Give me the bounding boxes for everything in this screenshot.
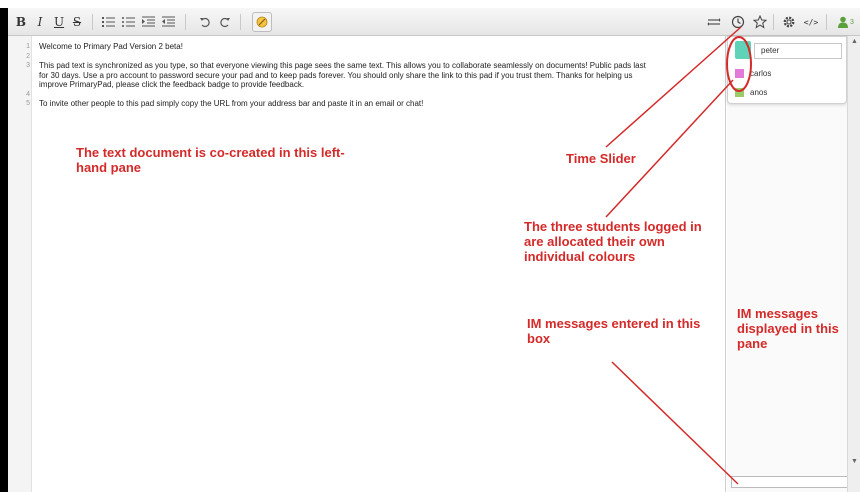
bold-button[interactable]: B [12, 12, 30, 32]
pad-editor[interactable]: 1 Welcome to Primary Pad Version 2 beta! 2… [8, 36, 726, 492]
toolbar-separator [185, 14, 186, 30]
user-name: carlos [750, 69, 772, 78]
my-name-input[interactable]: peter [754, 43, 842, 59]
editor-line[interactable]: Welcome to Primary Pad Version 2 beta! [39, 42, 729, 52]
import-export-icon[interactable] [705, 12, 723, 32]
editor-toolbar: B I U S </> 3 [8, 8, 860, 36]
line-number: 4 [26, 90, 30, 98]
user-color-swatch [735, 69, 744, 78]
line-number: 5 [26, 100, 30, 107]
ordered-list-icon[interactable] [100, 12, 118, 32]
line-number: 3 [26, 62, 30, 69]
time-slider-icon[interactable] [729, 12, 747, 32]
annotation-time-slider: Time Slider [566, 151, 636, 166]
annotation-text-pane: The text document is co-created in this … [76, 145, 345, 175]
annotation-im-displayed: IM messages displayed in this pane [737, 306, 839, 351]
user-color-swatch[interactable] [735, 41, 751, 59]
bullet-list-icon[interactable] [120, 12, 138, 32]
clear-authorship-icon[interactable] [252, 12, 272, 32]
outdent-icon[interactable] [160, 12, 178, 32]
chat-input[interactable] [731, 476, 853, 488]
top-strip [0, 0, 860, 8]
indent-icon[interactable] [140, 12, 158, 32]
scroll-down-arrow-icon[interactable]: ▼ [850, 458, 859, 468]
settings-icon[interactable] [780, 12, 798, 32]
toolbar-separator [773, 14, 774, 30]
left-edge [0, 8, 8, 492]
app-window: B I U S </> 3 1 Welcome to Primary Pad V… [0, 0, 860, 492]
users-button[interactable]: 3 [832, 12, 860, 32]
scrollbar[interactable]: ▲ ▼ [847, 36, 860, 492]
annotation-students: The three students logged in are allocat… [524, 219, 702, 264]
user-count: 3 [850, 18, 854, 26]
editor-line[interactable]: This pad text is synchronized as you typ… [39, 61, 729, 71]
editor-line[interactable]: improve PrimaryPad, please click the fee… [39, 80, 729, 90]
annotation-im-entered: IM messages entered in this box [527, 316, 701, 346]
toolbar-separator [240, 14, 241, 30]
user-name: anos [750, 88, 768, 97]
italic-button[interactable]: I [31, 12, 49, 32]
undo-icon[interactable] [196, 12, 214, 32]
user-color-swatch [735, 88, 744, 97]
users-chat-panel: peter carlos anos [727, 36, 853, 492]
star-icon[interactable] [751, 12, 769, 32]
underline-button[interactable]: U [50, 12, 68, 32]
redo-icon[interactable] [216, 12, 234, 32]
editor-line[interactable]: for 30 days. Use a pro account to passwo… [39, 71, 729, 81]
toolbar-separator [92, 14, 93, 30]
line-number: 1 [26, 43, 30, 50]
scroll-up-arrow-icon[interactable]: ▲ [850, 38, 859, 48]
toolbar-separator [826, 14, 827, 30]
strikethrough-button[interactable]: S [68, 12, 86, 32]
user-list: peter carlos anos [727, 36, 847, 104]
editor-line[interactable]: To invite other people to this pad simpl… [39, 99, 729, 109]
line-number: 2 [26, 52, 30, 60]
embed-icon[interactable]: </> [801, 12, 821, 32]
